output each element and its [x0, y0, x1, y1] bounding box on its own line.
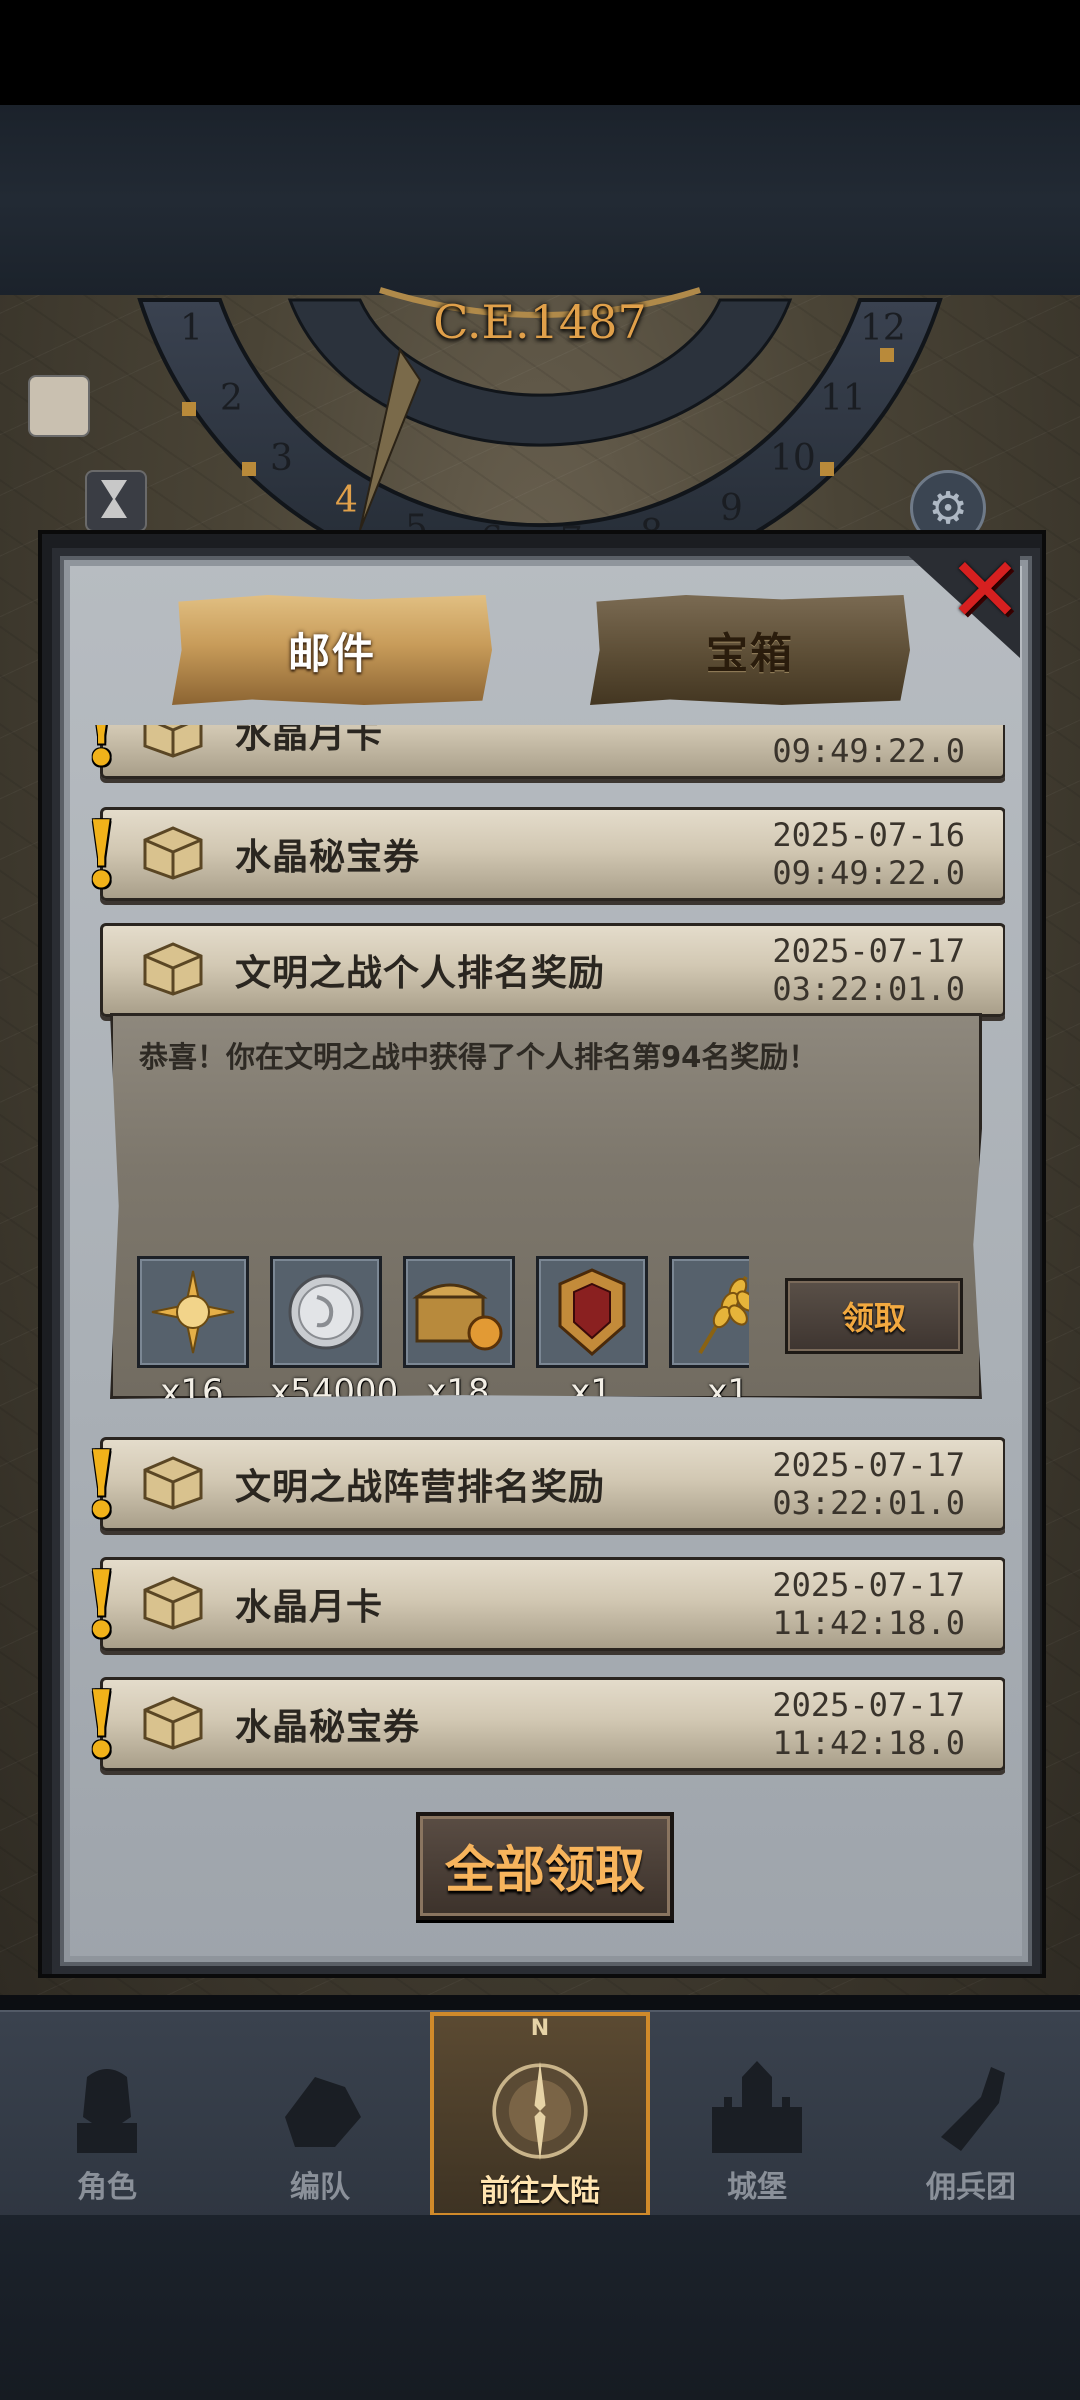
- svg-text:2: 2: [220, 378, 243, 419]
- mail-message: 恭喜！你在文明之战中获得了个人排名第94名奖励！: [139, 1040, 818, 1074]
- shield-banner-icon: [558, 1268, 626, 1356]
- bottom-navigation: 角色 编队 N 前往大陆 城堡 佣兵团: [0, 2010, 1080, 2217]
- game-screen: 123 45 678 9101112 C.E.1487 ⚙ ✕ 邮件 宝箱 ! …: [0, 0, 1080, 2400]
- mercenary-fist-icon: [916, 2052, 1026, 2162]
- svg-text:4: 4: [335, 480, 358, 521]
- mail-row[interactable]: ! 水晶秘宝券 2025-07-16 09:49:22.0: [81, 804, 1005, 904]
- year-label: C.E.1487: [433, 295, 647, 349]
- nav-item-formation[interactable]: 编队: [215, 2012, 425, 2217]
- treasure-chest-icon: [412, 1283, 503, 1351]
- reward-item[interactable]: x1: [536, 1256, 648, 1412]
- alert-icon: !: [81, 800, 122, 908]
- alert-icon: !: [81, 1550, 122, 1658]
- mail-title: 水晶月卡: [235, 725, 384, 756]
- mail-content: 恭喜！你在文明之战中获得了个人排名第94名奖励！ x16 x54000 x18 …: [110, 1013, 982, 1399]
- reward-item[interactable]: x1: [669, 1256, 749, 1412]
- mail-title: 水晶月卡: [235, 1587, 384, 1628]
- reward-item[interactable]: x54000: [270, 1256, 399, 1412]
- package-icon: [143, 1696, 203, 1750]
- claim-button[interactable]: 领取: [785, 1278, 963, 1354]
- status-bar-area: [0, 0, 1080, 105]
- castle-icon: [702, 2052, 812, 2162]
- nav-item-character[interactable]: 角色: [2, 2012, 212, 2217]
- mail-timestamp: 2025-07-17 03:22:01.0: [772, 1446, 965, 1522]
- reward-count: x18: [426, 1372, 490, 1412]
- close-button[interactable]: ✕: [940, 538, 1030, 643]
- mail-list[interactable]: ! 水晶月卡 09:49:22.0 ! 水晶秘宝券 2025-07-16 09:4…: [70, 725, 1005, 1775]
- mail-row[interactable]: ! 水晶月卡 09:49:22.0: [81, 725, 1005, 782]
- armored-knight-icon: [265, 2052, 375, 2162]
- svg-text:11: 11: [820, 378, 866, 419]
- mail-title: 水晶秘宝券: [235, 837, 421, 878]
- tab-mail[interactable]: 邮件: [172, 595, 492, 705]
- mail-timestamp: 09:49:22.0: [772, 732, 965, 770]
- package-icon: [143, 942, 203, 996]
- compass-icon: [485, 2056, 595, 2166]
- alert-icon: !: [81, 1430, 122, 1538]
- nav-item-continent[interactable]: N 前往大陆: [430, 2012, 650, 2217]
- reward-count: x1: [570, 1372, 612, 1412]
- alert-icon: !: [81, 725, 122, 786]
- mail-timestamp: 2025-07-17 11:42:18.0: [772, 1686, 965, 1762]
- mail-row[interactable]: ! 文明之战阵营排名奖励 2025-07-17 03:22:01.0: [81, 1434, 1005, 1534]
- mail-row[interactable]: ! 水晶月卡 2025-07-17 11:42:18.0: [81, 1554, 1005, 1654]
- knight-helmet-icon: [52, 2052, 162, 2162]
- compass-north-label: N: [530, 2016, 550, 2041]
- tab-chest[interactable]: 宝箱: [590, 595, 910, 705]
- bottom-band: [0, 2215, 1080, 2400]
- reward-item[interactable]: x16: [137, 1256, 249, 1412]
- package-icon: [143, 1576, 203, 1630]
- mail-title: 文明之战阵营排名奖励: [235, 1467, 606, 1508]
- nav-item-mercenary[interactable]: 佣兵团: [866, 2012, 1076, 2217]
- reward-count: x16: [160, 1372, 224, 1412]
- mail-timestamp: 2025-07-17 03:22:01.0: [772, 932, 965, 1008]
- claim-all-button[interactable]: 全部领取: [416, 1812, 674, 1920]
- package-icon: [143, 826, 203, 880]
- svg-text:10: 10: [770, 438, 816, 479]
- svg-text:3: 3: [270, 438, 293, 479]
- reward-count: x54000: [270, 1372, 399, 1412]
- mail-row-expanded[interactable]: 文明之战个人排名奖励 2025-07-17 03:22:01.0: [100, 923, 1005, 1017]
- silver-coin-icon: [288, 1274, 364, 1350]
- flag-icon[interactable]: [28, 375, 90, 437]
- mail-timestamp: 2025-07-17 11:42:18.0: [772, 1566, 965, 1642]
- hourglass-icon[interactable]: [85, 470, 147, 532]
- mail-title: 水晶秘宝券: [235, 1707, 421, 1748]
- mail-row[interactable]: ! 水晶秘宝券 2025-07-17 11:42:18.0: [81, 1674, 1005, 1774]
- compass-star-icon: [151, 1270, 235, 1354]
- nav-item-castle[interactable]: 城堡: [652, 2012, 862, 2217]
- alert-icon: !: [81, 1670, 122, 1775]
- reward-count: x1: [707, 1372, 749, 1412]
- mail-timestamp: 2025-07-16 09:49:22.0: [772, 816, 965, 892]
- package-icon: [143, 1456, 203, 1510]
- mail-title: 文明之战个人排名奖励: [235, 953, 606, 994]
- reward-item[interactable]: x18: [403, 1256, 515, 1412]
- package-icon: [143, 725, 203, 758]
- svg-text:9: 9: [720, 488, 743, 529]
- wheat-icon: [698, 1275, 749, 1355]
